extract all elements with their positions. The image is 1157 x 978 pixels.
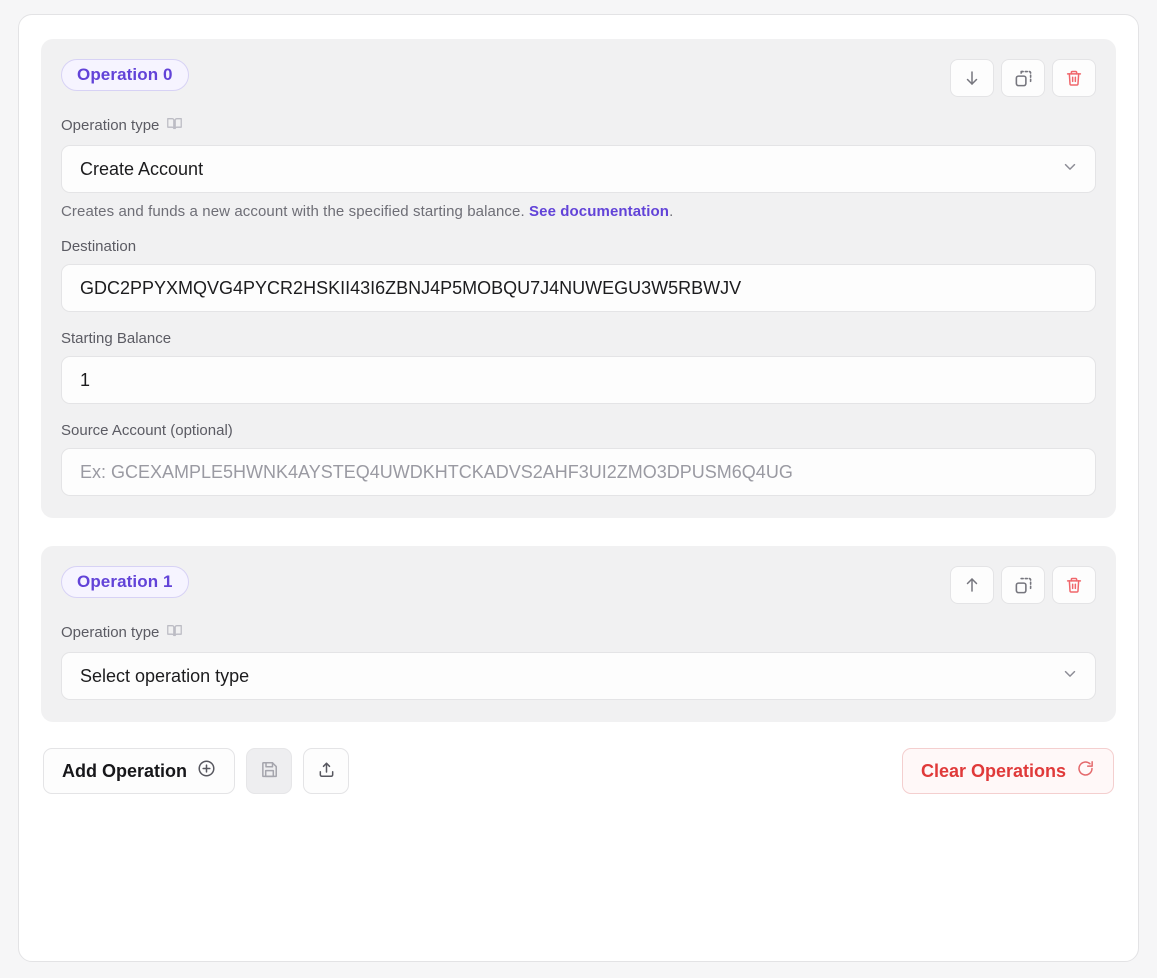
operation-type-label: Operation type [61, 117, 160, 134]
trash-icon [1065, 69, 1083, 87]
operations-panel: Operation 0 Operation type Create Accoun… [18, 14, 1139, 962]
add-operation-label: Add Operation [62, 760, 187, 781]
operation-type-select[interactable]: Select operation type [61, 652, 1096, 700]
destination-label-row: Destination [61, 238, 1096, 255]
arrow-down-icon [963, 69, 981, 87]
operation-type-select[interactable]: Create Account [61, 145, 1096, 193]
save-icon [260, 760, 279, 782]
operation-type-label-row: Operation type [61, 622, 1096, 643]
operation-actions [950, 59, 1096, 97]
clear-operations-button[interactable]: Clear Operations [901, 748, 1114, 794]
operations-action-bar: Add Operation Clear Operations [41, 748, 1116, 794]
add-operation-button[interactable]: Add Operation [43, 748, 235, 794]
clear-operations-label: Clear Operations [920, 760, 1066, 781]
operation-help-text: Creates and funds a new account with the… [61, 203, 1096, 220]
operation-badge: Operation 1 [61, 566, 189, 598]
operation-type-label-row: Operation type [61, 115, 1096, 136]
delete-operation-button[interactable] [1052, 566, 1096, 604]
chevron-down-icon [1061, 665, 1079, 688]
source-account-label-row: Source Account (optional) [61, 422, 1096, 439]
operation-actions [950, 566, 1096, 604]
chevron-down-icon [1061, 158, 1079, 181]
starting-balance-field: Starting Balance 1 [61, 330, 1096, 404]
operation-card-0: Operation 0 Operation type Create Accoun… [41, 39, 1116, 518]
destination-input[interactable]: GDC2PPYXMQVG4PYCR2HSKII43I6ZBNJ4P5MOBQU7… [61, 264, 1096, 312]
operation-type-label: Operation type [61, 624, 160, 641]
duplicate-operation-button[interactable] [1001, 59, 1045, 97]
delete-operation-button[interactable] [1052, 59, 1096, 97]
duplicate-icon [1014, 69, 1033, 88]
starting-balance-input[interactable]: 1 [61, 356, 1096, 404]
reset-icon [1076, 759, 1095, 783]
source-account-placeholder: Ex: GCEXAMPLE5HWNK4AYSTEQ4UWDKHTCKADVS2A… [80, 461, 793, 482]
save-operations-button[interactable] [246, 748, 292, 794]
duplicate-icon [1014, 576, 1033, 595]
share-operations-button[interactable] [303, 748, 349, 794]
operation-card-header: Operation 0 [61, 59, 1096, 97]
destination-label: Destination [61, 238, 137, 255]
upload-icon [317, 760, 336, 782]
source-account-field: Source Account (optional) Ex: GCEXAMPLE5… [61, 422, 1096, 496]
source-account-input[interactable]: Ex: GCEXAMPLE5HWNK4AYSTEQ4UWDKHTCKADVS2A… [61, 448, 1096, 496]
move-operation-down-button[interactable] [950, 59, 994, 97]
help-text-after: . [669, 203, 674, 220]
operation-type-value: Select operation type [80, 665, 250, 686]
see-documentation-link[interactable]: See documentation [529, 203, 669, 220]
operation-card-header: Operation 1 [61, 566, 1096, 604]
plus-circle-icon [197, 759, 216, 783]
destination-value: GDC2PPYXMQVG4PYCR2HSKII43I6ZBNJ4P5MOBQU7… [80, 277, 742, 298]
action-bar-left-group: Add Operation [43, 748, 349, 794]
operation-badge: Operation 0 [61, 59, 189, 91]
help-text-before: Creates and funds a new account with the… [61, 203, 530, 220]
source-account-label: Source Account (optional) [61, 422, 233, 439]
move-operation-up-button[interactable] [950, 566, 994, 604]
duplicate-operation-button[interactable] [1001, 566, 1045, 604]
operation-card-1: Operation 1 Operation type Select operat… [41, 546, 1116, 722]
starting-balance-label-row: Starting Balance [61, 330, 1096, 347]
operation-type-value: Create Account [80, 158, 204, 179]
operation-type-field: Operation type Create Account Creates an… [61, 115, 1096, 220]
book-icon[interactable] [166, 115, 183, 136]
starting-balance-label: Starting Balance [61, 330, 172, 347]
trash-icon [1065, 576, 1083, 594]
book-icon[interactable] [166, 622, 183, 643]
destination-field: Destination GDC2PPYXMQVG4PYCR2HSKII43I6Z… [61, 238, 1096, 312]
starting-balance-value: 1 [80, 369, 91, 390]
arrow-up-icon [963, 576, 981, 594]
operation-type-field: Operation type Select operation type [61, 622, 1096, 700]
